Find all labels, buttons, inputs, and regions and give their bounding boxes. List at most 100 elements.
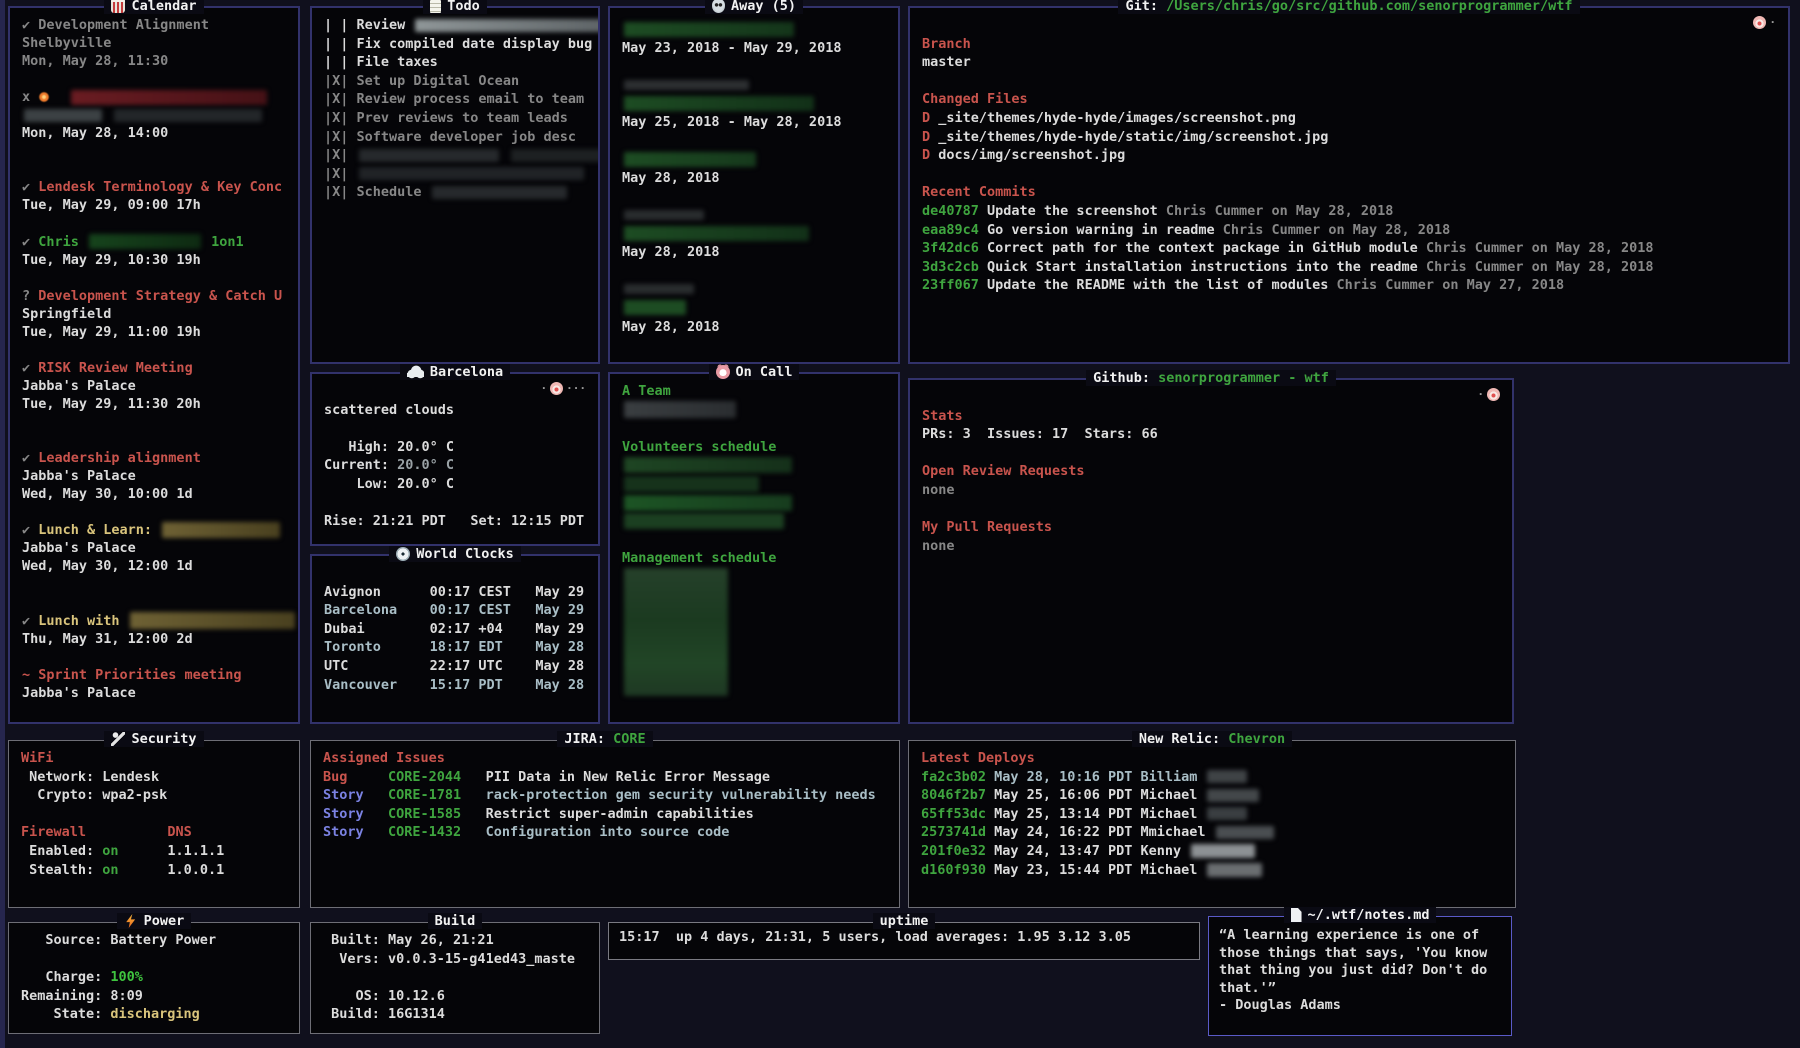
text-line: D _site/themes/hyde-hyde/images/screensh… bbox=[922, 109, 1780, 128]
text-line: |X| Review process email to team bbox=[324, 90, 590, 109]
redacted-name bbox=[624, 513, 784, 529]
text-line bbox=[22, 215, 290, 233]
panel-title-text: Github: bbox=[1093, 370, 1158, 386]
text-line: Springfield bbox=[22, 305, 290, 323]
label: OS: bbox=[323, 988, 388, 1004]
text-line: Tue, May 29, 11:00 19h bbox=[22, 323, 290, 341]
issue-key: CORE-2044 bbox=[388, 769, 486, 785]
memo-icon bbox=[430, 0, 441, 13]
checkbox-checked: |X| bbox=[324, 91, 357, 107]
weather-condition: scattered clouds bbox=[324, 402, 454, 418]
text-line: ✔ Lunch & Learn: bbox=[22, 521, 290, 539]
text-line: May 28, 2018 bbox=[622, 169, 890, 188]
clocks-table: Avignon 00:17 CEST May 29Barcelona 00:17… bbox=[312, 556, 598, 714]
text-line: Current: 20.0° C bbox=[324, 456, 590, 475]
redacted-text bbox=[359, 167, 584, 180]
label: Crypto: bbox=[21, 787, 102, 803]
text-line: none bbox=[922, 481, 1504, 500]
text-line bbox=[22, 269, 290, 287]
deploy-info: May 23, 15:44 PDT Michael bbox=[994, 862, 1205, 878]
popcorn-icon bbox=[111, 0, 125, 13]
text-line: State: discharging bbox=[21, 1005, 291, 1024]
panel-weather: Barcelona ···· scattered clouds High: 20… bbox=[310, 372, 600, 546]
label: Remaining: bbox=[21, 988, 110, 1004]
text-line: 23ff067 Update the README with the list … bbox=[922, 276, 1780, 295]
text-line bbox=[922, 500, 1504, 519]
text-line: that thing you just did? Don't do bbox=[1219, 962, 1503, 980]
panel-security: Security WiFi Network: Lendesk Crypto: w… bbox=[8, 740, 300, 908]
empty-value: none bbox=[922, 482, 955, 498]
panel-title-text: World Clocks bbox=[416, 546, 514, 562]
newrelic-deploys: Latest Deploysfa2c3b02 May 28, 10:16 PDT… bbox=[909, 741, 1515, 899]
text-line bbox=[622, 94, 890, 113]
firewall-enabled: on bbox=[102, 843, 118, 859]
check-icon: ✔ bbox=[22, 450, 38, 466]
text: x bbox=[22, 89, 38, 105]
text bbox=[119, 843, 168, 859]
oncall-content: A TeamVolunteers scheduleManagement sche… bbox=[610, 374, 898, 714]
label: Vers: bbox=[323, 951, 388, 967]
checkbox-unchecked: | | bbox=[324, 54, 357, 70]
text-line: ✔ Lunch with bbox=[22, 612, 290, 630]
text-line: Dubai 02:17 +04 May 29 bbox=[324, 620, 590, 639]
text-line: Jabba's Palace bbox=[22, 467, 290, 485]
text-line: High: 20.0° C bbox=[324, 438, 590, 457]
text-line: those things that says, 'You know bbox=[1219, 945, 1503, 963]
text-line: Jabba's Palace bbox=[22, 377, 290, 395]
text-line bbox=[622, 299, 890, 318]
away-dates: May 28, 2018 bbox=[622, 244, 720, 260]
text-line bbox=[922, 72, 1780, 91]
event-title: Lunch with bbox=[38, 613, 127, 629]
git-content: BranchmasterChanged FilesD _site/themes/… bbox=[910, 8, 1788, 354]
text-line: Low: 20.0° C bbox=[324, 475, 590, 494]
event-location: Springfield bbox=[22, 306, 111, 322]
burst-icon bbox=[38, 91, 50, 103]
note-attribution: - Douglas Adams bbox=[1219, 997, 1341, 1013]
terminal-window[interactable]: Calendar ✔ Development AlignmentShelbyvi… bbox=[0, 0, 1800, 1048]
text-line bbox=[22, 341, 290, 359]
redacted-name bbox=[624, 96, 814, 111]
todo-label: Review bbox=[357, 17, 414, 33]
issue-type: Story bbox=[323, 824, 388, 840]
note-text: those things that says, 'You know bbox=[1219, 945, 1487, 961]
event-title: RISK Review Meeting bbox=[38, 360, 192, 376]
text-line: Crypto: wpa2-psk bbox=[21, 786, 291, 805]
panel-title: Away (5) bbox=[610, 0, 898, 17]
text bbox=[86, 824, 167, 840]
text-line: “A learning experience is one of bbox=[1219, 927, 1503, 945]
label: Enabled: bbox=[21, 843, 102, 859]
section-header: Firewall bbox=[21, 824, 86, 840]
text-line: Remaining: 8:09 bbox=[21, 987, 291, 1006]
github-content: StatsPRs: 3 Issues: 17 Stars: 66Open Rev… bbox=[910, 380, 1512, 714]
panel-title-text: Away (5) bbox=[731, 0, 796, 14]
redacted-name bbox=[624, 300, 686, 315]
redacted-name bbox=[624, 152, 756, 167]
text-line bbox=[22, 142, 290, 160]
deploy-hash: d160f930 bbox=[921, 862, 994, 878]
panel-git: Git: /Users/chris/go/src/github.com/seno… bbox=[908, 6, 1790, 364]
battery-state: discharging bbox=[110, 1006, 199, 1022]
section-header: Branch bbox=[922, 36, 971, 52]
checkbox-unchecked: | | bbox=[324, 36, 357, 52]
redacted-text bbox=[624, 210, 704, 220]
text-line: that.'” bbox=[1219, 980, 1503, 998]
clock-row: Dubai 02:17 +04 May 29 bbox=[324, 621, 584, 637]
text-line bbox=[622, 280, 890, 299]
panel-uptime: uptime 15:17 up 4 days, 21:31, 5 users, … bbox=[608, 922, 1200, 960]
redacted-text bbox=[114, 109, 262, 122]
text-line: |X| Software developer job desc bbox=[324, 128, 590, 147]
checkbox-checked: |X| bbox=[324, 129, 357, 145]
panel-title-text: JIRA: bbox=[564, 731, 613, 747]
text-line: eaa89c4 Go version warning in readme Chr… bbox=[922, 221, 1780, 240]
commit-hash: eaa89c4 bbox=[922, 222, 987, 238]
text-line: Story CORE-1585 Restrict super-admin cap… bbox=[323, 805, 891, 824]
section-header: WiFi bbox=[21, 750, 54, 766]
issue-key: CORE-1585 bbox=[388, 806, 486, 822]
event-time: Tue, May 29, 11:00 19h bbox=[22, 324, 201, 340]
away-list: May 23, 2018 - May 29, 2018May 25, 2018 … bbox=[610, 8, 898, 354]
panel-title-text: Git: bbox=[1125, 0, 1166, 14]
schedule-header: Volunteers schedule bbox=[622, 439, 776, 455]
text-line: OS: 10.12.6 bbox=[323, 987, 591, 1006]
redacted-text bbox=[359, 149, 499, 162]
text-line bbox=[22, 160, 290, 178]
